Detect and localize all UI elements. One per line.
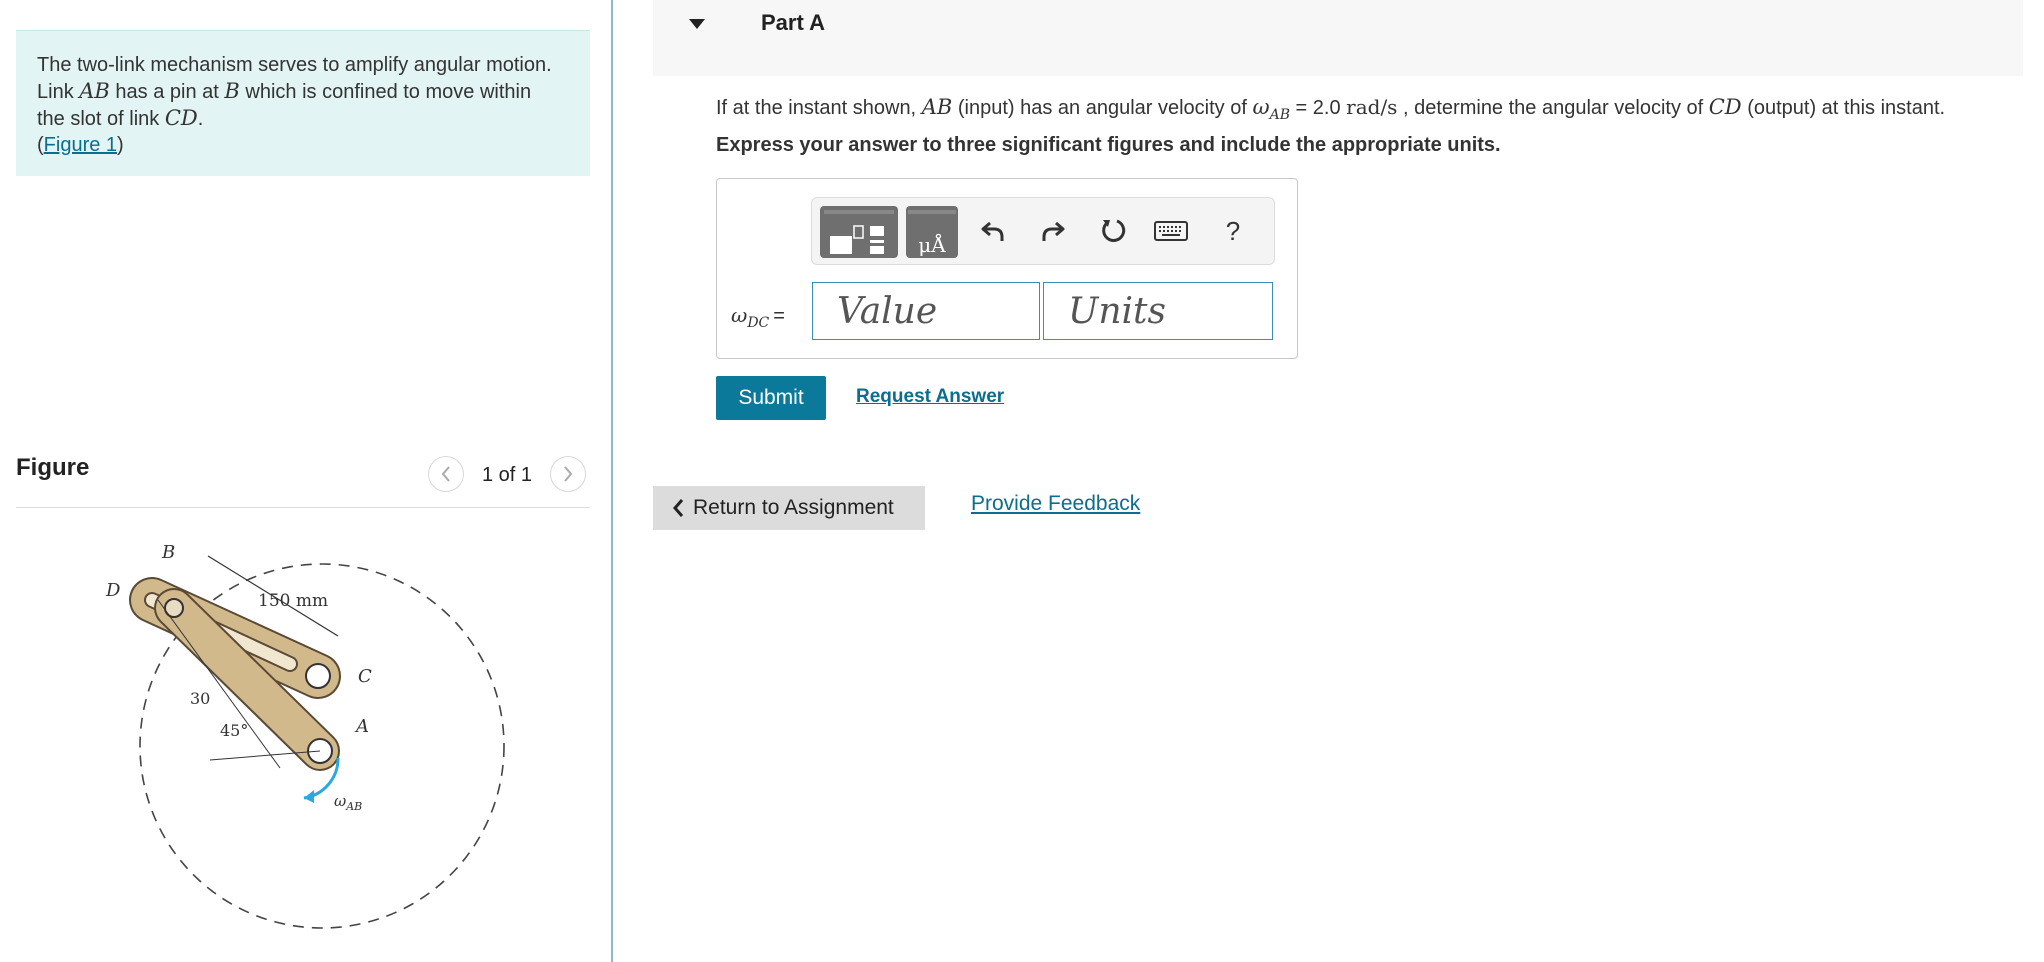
figure-1-link[interactable]: Figure 1 xyxy=(44,134,117,156)
request-answer-link[interactable]: Request Answer xyxy=(856,386,1004,408)
templates-button[interactable] xyxy=(820,206,898,258)
mechanism-figure: B D C A 150 mm 30 45° ωAB xyxy=(105,542,505,929)
text: = 2.0 xyxy=(1290,97,1347,119)
label-b: B xyxy=(161,542,175,563)
math-omega-sub: AB xyxy=(1269,107,1290,123)
math-unit: rad/s xyxy=(1346,95,1398,119)
text: Link xyxy=(37,81,80,103)
label-angle-45: 45° xyxy=(220,721,248,740)
template-icon xyxy=(824,210,894,254)
keyboard-icon xyxy=(1154,221,1188,241)
problem-line-3: the slot of link CD. xyxy=(37,105,570,132)
problem-statement: The two-link mechanism serves to amplify… xyxy=(16,30,590,176)
help-button[interactable]: ? xyxy=(1214,212,1252,250)
figure-next-button[interactable] xyxy=(550,456,586,492)
provide-feedback-link[interactable]: Provide Feedback xyxy=(971,492,1140,516)
part-header[interactable]: Part A xyxy=(653,0,2023,76)
figure-divider xyxy=(16,507,590,508)
problem-line-1: The two-link mechanism serves to amplify… xyxy=(37,54,552,76)
figure-title: Figure xyxy=(16,454,90,481)
text: If at the instant shown, xyxy=(716,97,922,119)
keyboard-button[interactable] xyxy=(1152,212,1190,250)
text: has a pin at xyxy=(109,81,225,103)
label-c: C xyxy=(358,666,372,687)
units-input[interactable] xyxy=(1043,282,1273,340)
return-label: Return to Assignment xyxy=(693,496,894,519)
text: ) xyxy=(117,134,124,156)
text: (input) has an angular velocity of xyxy=(952,97,1253,119)
problem-line-4: (Figure 1) xyxy=(37,132,570,158)
text: . xyxy=(197,108,204,130)
right-pane: Part A If at the instant shown, AB (inpu… xyxy=(613,0,2044,962)
label-d: D xyxy=(105,580,121,601)
chevron-left-icon xyxy=(673,499,684,517)
undo-icon xyxy=(981,221,1004,241)
label-omega: ωAB xyxy=(334,792,362,813)
angstrom-icon: μÅ xyxy=(908,210,956,257)
math-ab: AB xyxy=(79,79,110,103)
redo-button[interactable] xyxy=(1034,212,1072,250)
label-dimension: 150 mm xyxy=(258,591,328,611)
svg-text:μÅ: μÅ xyxy=(918,232,946,257)
text: ( xyxy=(37,134,44,156)
left-pane: The two-link mechanism serves to amplify… xyxy=(0,0,612,962)
part-title: Part A xyxy=(761,10,825,35)
figure-counter: 1 of 1 xyxy=(482,464,533,486)
chevron-left-icon xyxy=(441,466,450,482)
submit-button[interactable]: Submit xyxy=(716,376,826,420)
math-omega: ω xyxy=(1252,95,1270,119)
value-input[interactable] xyxy=(812,282,1040,340)
math-ab: AB xyxy=(921,95,953,119)
question-text: If at the instant shown, AB (input) has … xyxy=(716,92,2036,130)
math-cd: CD xyxy=(1708,95,1742,119)
return-to-assignment-button[interactable]: Return to Assignment xyxy=(653,486,925,530)
problem-line-2: Link AB has a pin at B which is confined… xyxy=(37,78,570,105)
label-a: A xyxy=(354,716,369,737)
equals-sign: = xyxy=(773,305,785,327)
math-toolbar: μÅ ? xyxy=(811,197,1275,265)
figure-prev-button[interactable] xyxy=(428,456,464,492)
text: which is confined to move within xyxy=(239,81,532,103)
text: , determine the angular velocity of xyxy=(1397,97,1709,119)
text: (output) at this instant. xyxy=(1741,97,1946,119)
math-cd: CD xyxy=(164,106,198,130)
reset-icon xyxy=(1102,219,1126,242)
math-b: B xyxy=(224,79,240,103)
answer-variable-label: ωDC = xyxy=(731,303,785,331)
caret-down-icon[interactable] xyxy=(688,18,706,30)
reset-button[interactable] xyxy=(1094,212,1132,250)
redo-icon xyxy=(1042,221,1065,241)
answer-box: μÅ ? ωDC = xyxy=(716,178,1298,359)
chevron-right-icon xyxy=(564,466,573,482)
omega-subscript: DC xyxy=(747,315,770,331)
omega-symbol: ω xyxy=(731,303,748,327)
instruction-text: Express your answer to three significant… xyxy=(716,134,1501,156)
undo-button[interactable] xyxy=(974,212,1012,250)
label-angle-30: 30 xyxy=(190,689,210,708)
units-button[interactable]: μÅ xyxy=(906,206,958,258)
text: the slot of link xyxy=(37,108,165,130)
